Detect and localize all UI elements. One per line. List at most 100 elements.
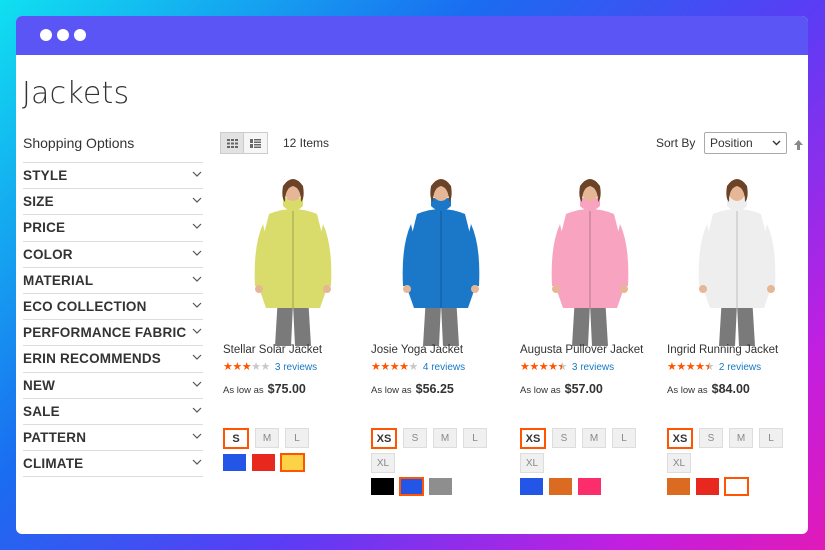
color-swatch[interactable]: [667, 478, 690, 495]
size-option[interactable]: XS: [520, 428, 546, 449]
chevron-down-icon: [192, 354, 202, 363]
color-swatch[interactable]: [252, 454, 275, 471]
price-row: As low as $84.00: [667, 382, 750, 396]
product-name-link[interactable]: Ingrid Running Jacket: [667, 344, 778, 356]
size-options: SML: [223, 428, 363, 453]
reviews-link[interactable]: 3 reviews: [572, 362, 614, 373]
product-image[interactable]: [223, 176, 363, 346]
window-dot-icon[interactable]: [57, 29, 69, 41]
filter-climate[interactable]: CLIMATE: [23, 451, 203, 478]
product-name-link[interactable]: Josie Yoga Jacket: [371, 344, 463, 356]
size-option[interactable]: M: [582, 428, 606, 448]
reviews-link[interactable]: 3 reviews: [275, 362, 317, 373]
product-card[interactable]: Augusta Pullover Jacket ★★★★★★ 3 reviews As…: [520, 176, 665, 495]
product-card[interactable]: Stellar Solar Jacket ★★★★★ 3 reviews As low…: [223, 176, 368, 472]
size-option[interactable]: M: [255, 428, 279, 448]
size-option[interactable]: XS: [667, 428, 693, 449]
color-swatch[interactable]: [696, 478, 719, 495]
chevron-down-icon: [192, 302, 202, 311]
size-option[interactable]: M: [433, 428, 457, 448]
price-prefix: As low as: [371, 385, 412, 396]
product-image[interactable]: [520, 176, 660, 346]
size-option[interactable]: S: [552, 428, 576, 448]
filter-erin-recommends[interactable]: ERIN RECOMMENDS: [23, 346, 203, 373]
size-option[interactable]: XS: [371, 428, 397, 449]
chevron-down-icon: [192, 407, 202, 416]
list-view-button[interactable]: [244, 132, 268, 154]
filter-label: NEW: [23, 377, 56, 393]
product-rating: ★★★★★ 4 reviews: [371, 362, 465, 374]
size-option[interactable]: L: [285, 428, 309, 448]
product-card[interactable]: Ingrid Running Jacket ★★★★★★ 2 reviews As l…: [667, 176, 808, 496]
color-swatches: [667, 477, 754, 496]
color-swatch[interactable]: [429, 478, 452, 495]
size-option[interactable]: L: [612, 428, 636, 448]
color-swatch[interactable]: [223, 454, 246, 471]
chevron-down-icon: [192, 250, 202, 259]
chevron-down-icon: [192, 381, 202, 390]
filter-label: SALE: [23, 403, 60, 419]
size-option[interactable]: L: [463, 428, 487, 448]
size-option[interactable]: M: [729, 428, 753, 448]
product-image[interactable]: [667, 176, 807, 346]
chevron-down-icon: [192, 276, 202, 285]
color-swatch[interactable]: [280, 453, 305, 472]
color-swatch[interactable]: [371, 478, 394, 495]
size-option[interactable]: S: [223, 428, 249, 449]
items-count: 12 Items: [283, 136, 330, 150]
page-title: Jackets: [22, 76, 130, 111]
filter-label: PRICE: [23, 220, 66, 236]
filter-sale[interactable]: SALE: [23, 399, 203, 425]
filter-size[interactable]: SIZE: [23, 189, 203, 216]
product-image[interactable]: [371, 176, 511, 346]
filter-performance-fabric[interactable]: PERFORMANCE FABRIC: [23, 320, 203, 347]
color-swatch[interactable]: [724, 477, 749, 496]
sort-direction-button[interactable]: [794, 137, 803, 155]
chevron-down-icon: [192, 433, 202, 442]
shopping-options-heading: Shopping Options: [23, 135, 135, 151]
size-option[interactable]: XL: [667, 453, 691, 473]
filter-price[interactable]: PRICE: [23, 215, 203, 242]
product-card[interactable]: Josie Yoga Jacket ★★★★★ 4 reviews As low as…: [371, 176, 516, 496]
price-row: As low as $56.25: [371, 382, 454, 396]
window-dot-icon[interactable]: [40, 29, 52, 41]
size-option[interactable]: S: [699, 428, 723, 448]
color-swatches: [520, 478, 607, 495]
filter-pattern[interactable]: PATTERN: [23, 425, 203, 452]
price-row: As low as $57.00: [520, 382, 603, 396]
filter-label: CLIMATE: [23, 456, 84, 472]
filter-eco-collection[interactable]: ECO COLLECTION: [23, 294, 203, 321]
product-name-link[interactable]: Augusta Pullover Jacket: [520, 344, 643, 356]
sort-by-value: Position: [710, 136, 753, 150]
size-option[interactable]: XL: [371, 453, 395, 473]
filter-label: MATERIAL: [23, 272, 94, 288]
chevron-down-icon: [192, 223, 202, 232]
grid-view-button[interactable]: [220, 132, 244, 154]
color-swatch[interactable]: [549, 478, 572, 495]
filter-list: STYLE SIZE PRICE COLOR MATERIAL ECO COLLECTIO…: [23, 162, 203, 478]
color-swatch[interactable]: [399, 477, 424, 496]
sort-by-select[interactable]: Position: [704, 132, 787, 154]
size-option[interactable]: L: [759, 428, 783, 448]
filter-color[interactable]: COLOR: [23, 242, 203, 268]
grid-icon: [226, 138, 238, 148]
price-prefix: As low as: [520, 385, 561, 396]
color-swatch[interactable]: [520, 478, 543, 495]
window-dot-icon[interactable]: [74, 29, 86, 41]
star-icon: ★★★★★★: [520, 361, 567, 373]
price-prefix: As low as: [667, 385, 708, 396]
price-row: As low as $75.00: [223, 382, 306, 396]
reviews-link[interactable]: 2 reviews: [719, 362, 761, 373]
product-price: $57.00: [564, 382, 603, 396]
filter-material[interactable]: MATERIAL: [23, 268, 203, 294]
product-price: $75.00: [267, 382, 306, 396]
color-swatches: [371, 477, 458, 496]
filter-new[interactable]: NEW: [23, 373, 203, 399]
star-icon: ★★★★★★: [667, 361, 714, 373]
size-option[interactable]: XL: [520, 453, 544, 473]
color-swatch[interactable]: [578, 478, 601, 495]
size-option[interactable]: S: [403, 428, 427, 448]
product-name-link[interactable]: Stellar Solar Jacket: [223, 344, 322, 356]
filter-style[interactable]: STYLE: [23, 163, 203, 190]
reviews-link[interactable]: 4 reviews: [423, 362, 465, 373]
